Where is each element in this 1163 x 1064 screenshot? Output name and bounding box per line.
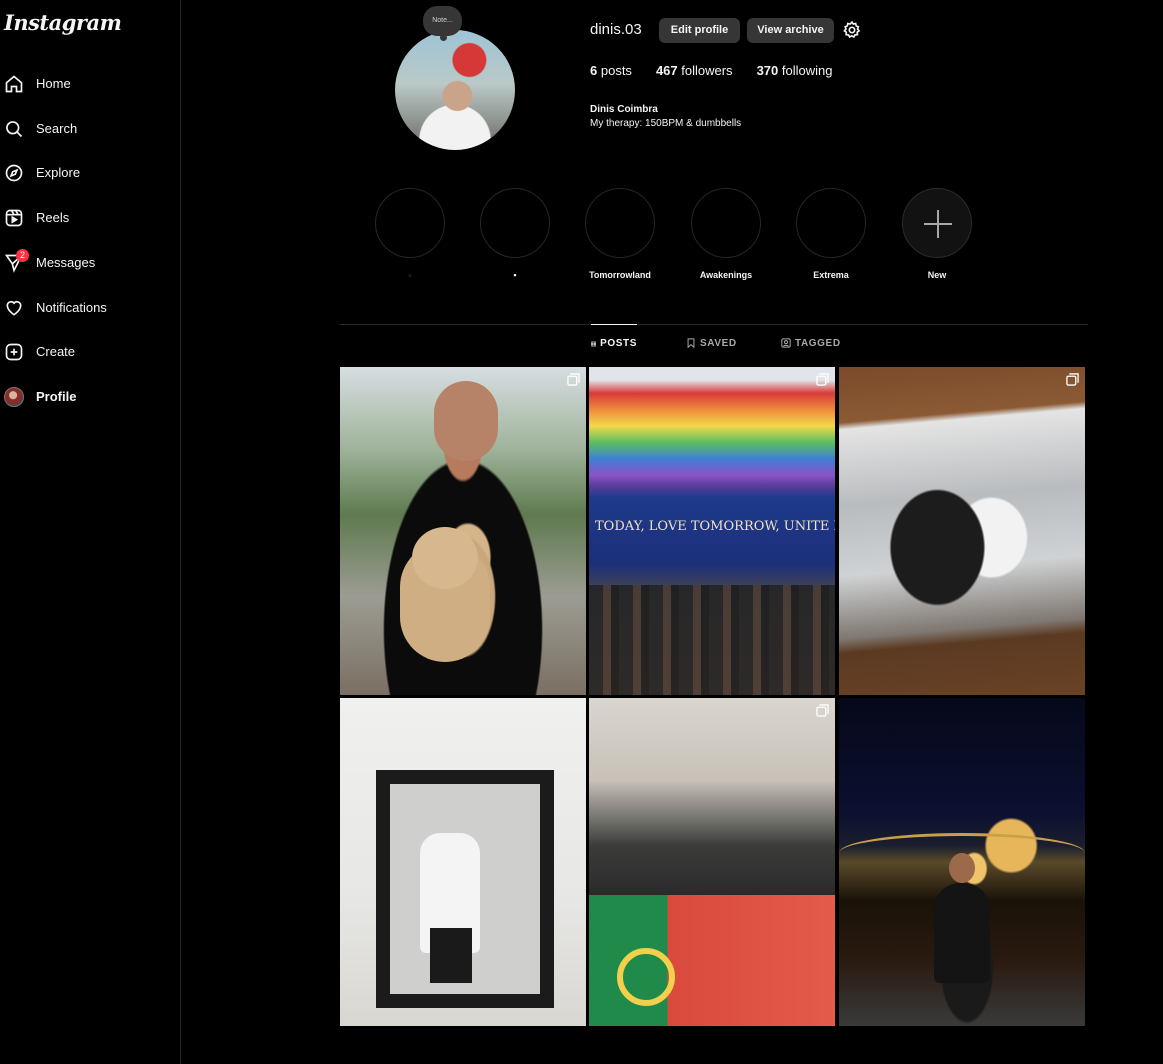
post-image-crowd <box>589 585 835 695</box>
instagram-logo[interactable]: Instagram <box>4 10 122 35</box>
sidebar: Instagram Home Search Explore Reels 2 Me… <box>0 0 181 1064</box>
highlight-cover <box>691 188 761 258</box>
posts-label: posts <box>600 63 632 78</box>
highlight-cover <box>585 188 655 258</box>
carousel-icon <box>816 704 829 717</box>
sidebar-item-profile[interactable]: Profile <box>0 377 178 417</box>
tab-saved[interactable]: SAVED <box>686 324 737 362</box>
post-thumbnail[interactable] <box>839 367 1085 695</box>
sidebar-item-label: Home <box>36 76 71 91</box>
profile-username: dinis.03 <box>590 21 642 38</box>
heart-icon <box>6 300 22 316</box>
highlight-cover <box>796 188 866 258</box>
post-thumbnail[interactable] <box>340 367 586 695</box>
post-image-subject <box>934 883 990 983</box>
profile-picture[interactable] <box>395 30 515 150</box>
sidebar-item-label: Notifications <box>36 300 107 315</box>
messages-badge: 2 <box>16 249 29 262</box>
highlight-label: Tomorrowland <box>589 270 651 280</box>
post-image-flag-emblem <box>617 948 675 1006</box>
post-image-subject <box>412 527 478 589</box>
sidebar-item-explore[interactable]: Explore <box>0 153 178 193</box>
tab-label: TAGGED <box>795 337 841 349</box>
profile-full-name: Dinis Coimbra <box>590 104 658 115</box>
sidebar-item-label: Profile <box>36 389 77 404</box>
following-count: 370 <box>756 63 779 78</box>
post-image-subject <box>430 928 472 983</box>
tab-label: POSTS <box>600 338 637 349</box>
sidebar-item-notifications[interactable]: Notifications <box>0 288 178 328</box>
following-label: following <box>781 63 833 78</box>
new-highlight-button[interactable]: New <box>902 188 972 282</box>
tab-label: SAVED <box>700 337 737 349</box>
highlight-tomorrowland[interactable]: Tomorrowland <box>585 188 655 282</box>
home-icon <box>5 75 23 93</box>
highlight-label: ▪ <box>513 270 517 280</box>
view-archive-button[interactable]: View archive <box>747 18 834 43</box>
bookmark-icon <box>687 338 695 348</box>
carousel-icon <box>567 373 580 386</box>
profile-main: Note... dinis.03 Edit profile View archi… <box>181 0 1163 1064</box>
carousel-icon <box>1066 373 1079 386</box>
avatar <box>4 387 24 407</box>
posts-count: 6 <box>590 63 598 78</box>
plus-icon <box>924 210 952 238</box>
profile-bio: My therapy: 150BPM & dumbbells <box>590 118 742 129</box>
post-thumbnail[interactable] <box>839 698 1085 1026</box>
following-stat[interactable]: 370 following <box>757 63 833 78</box>
plus-square-icon <box>5 343 23 361</box>
sidebar-item-create[interactable]: Create <box>0 332 178 372</box>
highlight-extrema[interactable]: Extrema <box>796 188 866 282</box>
highlight-item[interactable]: ▪ <box>480 188 550 282</box>
sidebar-item-label: Reels <box>36 210 70 225</box>
post-image-subject <box>434 381 498 461</box>
sidebar-item-label: Create <box>36 344 76 359</box>
highlight-label: ▫ <box>408 270 412 280</box>
carousel-icon <box>816 373 829 386</box>
post-image-subject <box>949 853 975 883</box>
profile-stats: 6 posts 467 followers 370 following <box>590 63 856 78</box>
highlight-label: Extrema <box>813 270 849 280</box>
highlight-label: Awakenings <box>699 270 753 280</box>
highlight-awakenings[interactable]: Awakenings <box>691 188 761 282</box>
followers-count: 467 <box>655 63 678 78</box>
highlight-cover <box>902 188 972 258</box>
highlight-cover <box>375 188 445 258</box>
sidebar-item-label: Messages <box>36 255 96 270</box>
reels-icon <box>5 209 23 227</box>
sidebar-item-messages[interactable]: 2 Messages <box>0 243 178 283</box>
sidebar-item-reels[interactable]: Reels <box>0 198 178 238</box>
followers-stat[interactable]: 467 followers <box>656 63 733 78</box>
post-thumbnail[interactable] <box>340 698 586 1026</box>
edit-profile-button[interactable]: Edit profile <box>659 18 740 43</box>
search-icon <box>6 121 23 138</box>
compass-icon <box>5 164 23 182</box>
sidebar-item-label: Explore <box>36 165 81 180</box>
tag-person-icon <box>781 338 791 348</box>
highlight-item[interactable]: ▫ <box>375 188 445 282</box>
highlight-cover <box>480 188 550 258</box>
tab-posts[interactable]: POSTS <box>591 324 637 362</box>
tab-tagged[interactable]: TAGGED <box>781 324 841 362</box>
highlight-label: New <box>927 270 947 280</box>
followers-label: followers <box>681 63 733 78</box>
sidebar-item-search[interactable]: Search <box>0 109 178 149</box>
gear-icon[interactable] <box>842 20 862 40</box>
post-thumbnail[interactable] <box>589 698 835 1026</box>
sidebar-item-home[interactable]: Home <box>0 64 178 104</box>
sidebar-item-label: Search <box>36 121 78 136</box>
posts-stat: 6 posts <box>590 63 632 78</box>
note-bubble[interactable]: Note... <box>423 6 462 41</box>
grid-icon <box>591 341 596 346</box>
post-banner-text: TODAY, LOVE TOMORROW, UNITE F <box>595 519 835 534</box>
post-thumbnail[interactable]: TODAY, LOVE TOMORROW, UNITE F <box>589 367 835 695</box>
